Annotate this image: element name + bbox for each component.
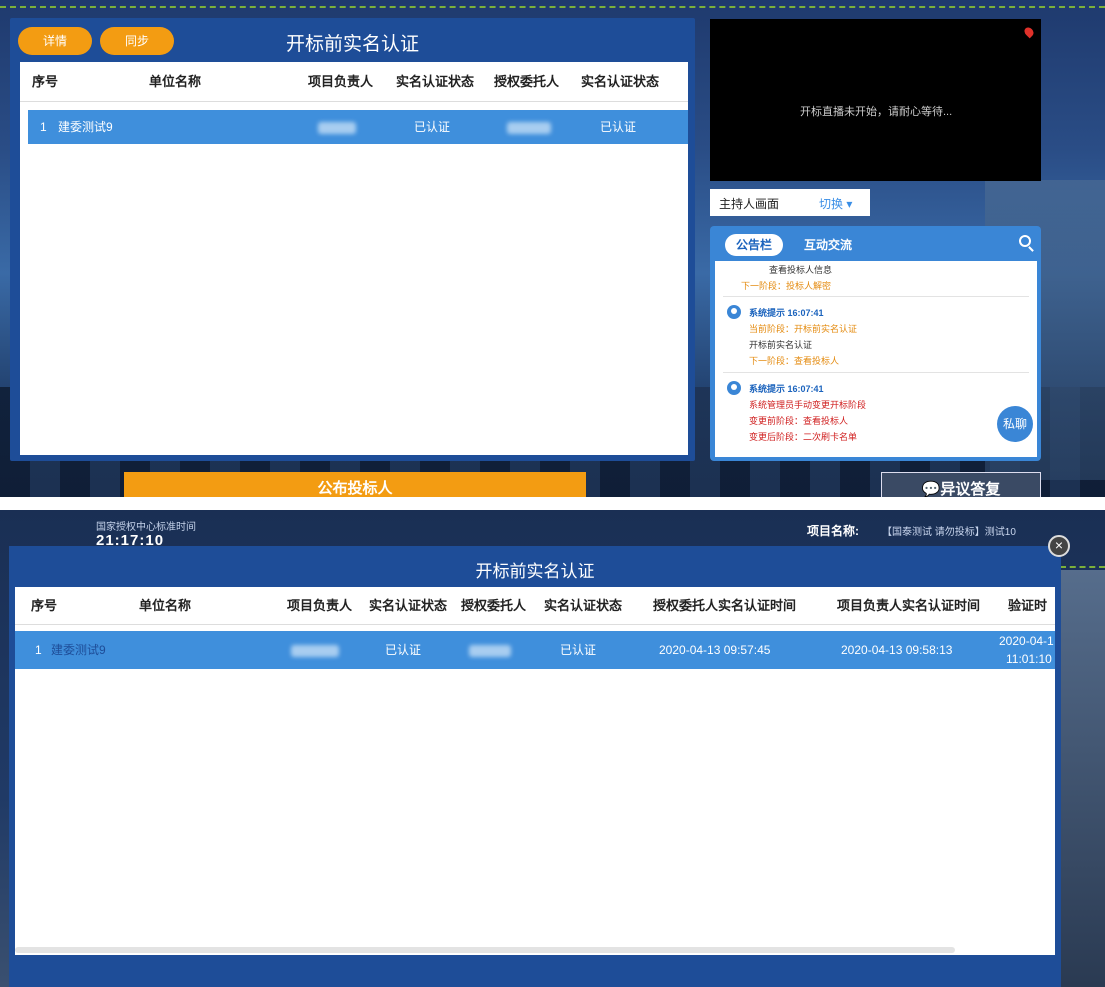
- host-view-bar: 主持人画面 切换 ▾: [710, 189, 870, 216]
- col-index: 序号: [32, 74, 59, 89]
- auth-table: 序号 单位名称 项目负责人 实名认证状态 授权委托人 实名认证状态 授权委托人实…: [15, 587, 1055, 955]
- col-leader: 项目负责人: [308, 74, 374, 89]
- row-verify-time: 11:01:10: [1006, 652, 1052, 666]
- col-status: 实名认证状态: [396, 74, 475, 89]
- chat-bubble-icon: 💬: [921, 481, 941, 497]
- decorative-dashed-line: [0, 6, 1105, 8]
- tab-interaction[interactable]: 互动交流: [804, 236, 852, 253]
- feed-line: 当前阶段：开标前实名认证: [749, 324, 858, 334]
- search-icon[interactable]: [1019, 235, 1031, 247]
- publish-bidders-button[interactable]: 公布投标人: [124, 472, 586, 497]
- project-name: 【国泰测试 请勿投标】测试10: [882, 527, 1016, 538]
- redacted-leader: [291, 631, 339, 669]
- row-index: 1: [40, 120, 47, 134]
- redacted-leader: [318, 110, 356, 144]
- table-header: 序号 单位名称 项目负责人 实名认证状态 授权委托人 实名认证状态 授权委托人实…: [15, 587, 1055, 651]
- col-status-2: 实名认证状态: [544, 598, 623, 613]
- feed-line: 下一阶段：查看投标人: [749, 356, 840, 366]
- bulletin-board: 公告栏 互动交流 查看投标人信息 下一阶段：投标人解密 系统提示 16:07:4…: [710, 226, 1041, 461]
- col-agent: 授权委托人: [461, 598, 527, 613]
- switch-label: 切换: [819, 197, 844, 211]
- row-status: 已认证: [414, 120, 451, 134]
- row-leader-time: 2020-04-13 09:58:13: [841, 643, 953, 657]
- feed-title: 系统提示 16:07:41: [749, 384, 824, 394]
- feed-title: 系统提示 16:07:41: [749, 308, 824, 318]
- video-message: 开标直播未开始，请耐心等待...: [800, 106, 953, 118]
- bottom-screenshot: 国家授权中心标准时间 21:17:10 项目名称: 【国泰测试 请勿投标】测试1…: [0, 510, 1105, 987]
- top-screenshot: 详情 同步 开标前实名认证 序号 单位名称 项目负责人 实名认证状态 授权委托人…: [0, 0, 1105, 497]
- feed-line: 变更后阶段：二次刷卡名单: [749, 432, 858, 442]
- divider: [723, 372, 1029, 373]
- redacted-agent: [469, 631, 511, 669]
- row-status-2: 已认证: [600, 120, 637, 134]
- table-row[interactable]: 1 建委测试9 已认证 已认证: [28, 110, 688, 144]
- sync-button[interactable]: 同步: [100, 27, 174, 55]
- modal-title: 开标前实名认证: [475, 562, 595, 581]
- avatar: [727, 381, 741, 395]
- auth-panel: 详情 同步 开标前实名认证 序号 单位名称 项目负责人 实名认证状态 授权委托人…: [10, 18, 695, 461]
- close-icon[interactable]: ×: [1048, 535, 1070, 557]
- decorative-dashed-line: [1060, 566, 1105, 568]
- background-photo: [1058, 570, 1105, 987]
- col-agent-time: 授权委托人实名认证时间: [653, 598, 797, 613]
- objection-reply-label: 异议答复: [940, 481, 1001, 497]
- objection-reply-button[interactable]: 💬异议答复: [881, 472, 1041, 497]
- feed-line: 变更前阶段：查看投标人: [749, 416, 849, 426]
- row-status-2: 已认证: [560, 643, 597, 657]
- detail-button[interactable]: 详情: [18, 27, 92, 55]
- host-label: 主持人画面: [719, 197, 780, 211]
- col-status-2: 实名认证状态: [581, 74, 660, 89]
- col-leader-time: 项目负责人实名认证时间: [837, 598, 981, 613]
- row-index: 1: [35, 643, 42, 657]
- live-video: 开标直播未开始，请耐心等待...: [710, 19, 1041, 181]
- location-pin-icon: [1022, 25, 1036, 39]
- row-agent-time: 2020-04-13 09:57:45: [659, 643, 771, 657]
- redacted-agent: [507, 110, 551, 144]
- tab-bulletin[interactable]: 公告栏: [725, 234, 783, 256]
- col-unit: 单位名称: [149, 74, 202, 89]
- switch-dropdown[interactable]: 切换 ▾: [819, 195, 852, 212]
- col-leader: 项目负责人: [287, 598, 353, 613]
- panel-title: 开标前实名认证: [286, 34, 420, 55]
- divider: [723, 296, 1029, 297]
- project-label: 项目名称:: [807, 524, 859, 538]
- auth-modal: 开标前实名认证 序号 单位名称 项目负责人 实名认证状态 授权委托人 实名认证状…: [9, 546, 1061, 987]
- feed-line: 下一阶段：投标人解密: [741, 281, 832, 291]
- time-label: 国家授权中心标准时间: [96, 522, 196, 533]
- avatar: [727, 305, 741, 319]
- caret-down-icon: ▾: [846, 197, 853, 211]
- horizontal-scrollbar[interactable]: [15, 947, 955, 953]
- feed-line: 系统管理员手动变更开标阶段: [749, 400, 867, 410]
- table-header: 序号 单位名称 项目负责人 实名认证状态 授权委托人 实名认证状态: [20, 62, 688, 102]
- auth-table: 序号 单位名称 项目负责人 实名认证状态 授权委托人 实名认证状态 1 建委测试…: [20, 62, 688, 455]
- row-unit[interactable]: 建委测试9: [51, 631, 106, 669]
- col-unit: 单位名称: [139, 598, 192, 613]
- private-chat-button[interactable]: 私聊: [997, 406, 1033, 442]
- table-row[interactable]: 1 建委测试9 已认证 已认证 2020-04-13 09:57:45 2020…: [15, 631, 1055, 669]
- bulletin-feed: 查看投标人信息 下一阶段：投标人解密 系统提示 16:07:41 当前阶段：开标…: [715, 261, 1037, 457]
- col-index: 序号: [31, 598, 58, 613]
- feed-line: 查看投标人信息: [769, 265, 833, 275]
- col-status: 实名认证状态: [369, 598, 448, 613]
- feed-line: 开标前实名认证: [749, 340, 813, 350]
- row-status: 已认证: [385, 643, 422, 657]
- col-agent: 授权委托人: [494, 74, 560, 89]
- row-unit: 建委测试9: [58, 120, 113, 134]
